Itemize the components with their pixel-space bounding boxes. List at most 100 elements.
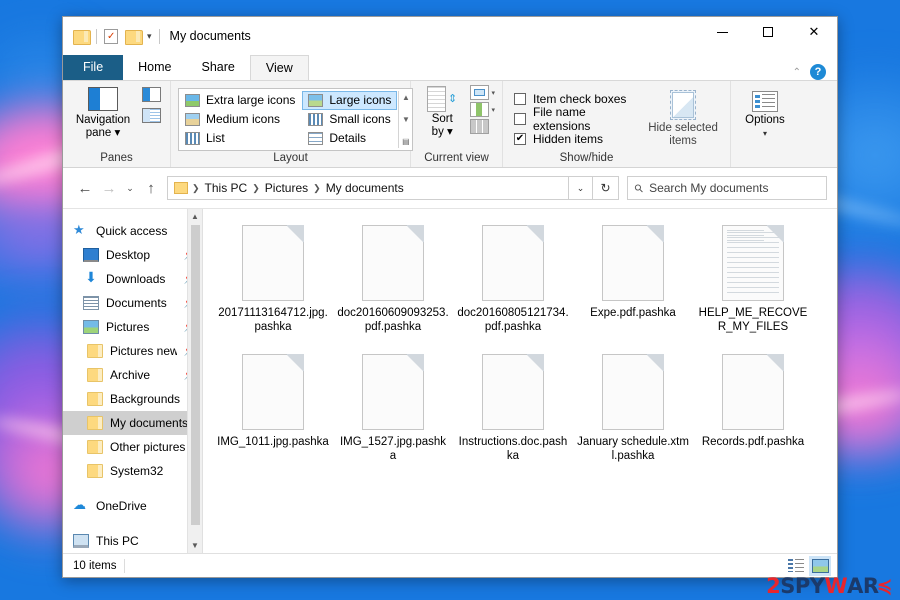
group-by-button[interactable]: ▾ xyxy=(470,102,495,117)
file-item[interactable]: IMG_1011.jpg.pashka xyxy=(213,352,333,469)
tab-share[interactable]: Share xyxy=(187,55,250,80)
folder-icon xyxy=(87,344,103,358)
layout-option-medium-icons[interactable]: Medium icons xyxy=(179,110,301,129)
sidebar-item-backgrounds[interactable]: Backgrounds xyxy=(63,387,202,411)
chevron-down-icon[interactable]: ▾ xyxy=(763,127,767,140)
address-dropdown-button[interactable]: ⌄ xyxy=(569,176,593,200)
file-explorer-window: ✓ ▾ My documents ✕ File Home Share View … xyxy=(62,16,838,578)
chevron-down-icon[interactable]: ▾ xyxy=(147,31,152,42)
sidebar-item-this-pc[interactable]: This PC xyxy=(63,529,202,553)
file-name: doc20160805121734.pdf.pashka xyxy=(457,307,569,333)
ribbon: Navigation pane ▾ Panes Extra large icon… xyxy=(63,80,837,168)
current-view-buttons: ▾ ▾ xyxy=(470,85,495,134)
layout-option-small-icons[interactable]: Small icons xyxy=(302,110,397,129)
breadcrumb-separator: ❯ xyxy=(313,182,321,193)
sidebar-item-archive[interactable]: Archive 📌 xyxy=(63,363,202,387)
up-button[interactable]: ↑ xyxy=(139,176,163,200)
show-hide-checkboxes: Item check boxes File name extensions ✔ … xyxy=(510,89,637,149)
refresh-button[interactable]: ↻ xyxy=(593,176,619,200)
breadcrumb-this-pc[interactable]: This PC xyxy=(201,181,252,195)
layout-option-details[interactable]: Details xyxy=(302,129,397,148)
sidebar-item-label: Pictures xyxy=(106,320,150,334)
options-button[interactable]: Options ▾ xyxy=(738,91,792,140)
navigation-pane-button[interactable]: Navigation pane ▾ xyxy=(70,87,136,140)
navigation-pane: ★ Quick access Desktop 📌 ⬇ Downloads 📌 D… xyxy=(63,209,203,553)
folder-icon[interactable] xyxy=(73,29,91,45)
file-item[interactable]: doc20160805121734.pdf.pashka xyxy=(453,223,573,340)
large-icons-view-button[interactable] xyxy=(809,555,831,576)
sidebar-item-pictures-new[interactable]: Pictures new 📌 xyxy=(63,339,202,363)
checkbox-file-name-extensions[interactable]: File name extensions xyxy=(514,105,637,133)
chevron-down-icon[interactable]: ▾ xyxy=(491,106,495,114)
maximize-button[interactable] xyxy=(745,17,791,47)
details-view-button[interactable] xyxy=(785,556,807,576)
file-item[interactable]: Records.pdf.pashka xyxy=(693,352,813,469)
navigation-pane-label-line1: Navigation xyxy=(75,114,131,126)
file-name: HELP_ME_RECOVER_MY_FILES xyxy=(698,307,808,333)
watermark-part: W xyxy=(824,574,848,598)
expand-icon[interactable]: ▤ xyxy=(402,137,410,146)
folder-icon xyxy=(87,368,103,382)
details-icon xyxy=(308,131,324,145)
breadcrumb-my-documents[interactable]: My documents xyxy=(322,181,408,195)
sidebar-item-pictures[interactable]: Pictures 📌 xyxy=(63,315,202,339)
folder-icon xyxy=(87,464,103,478)
help-icon[interactable]: ? xyxy=(810,64,826,80)
sidebar-item-desktop[interactable]: Desktop 📌 xyxy=(63,243,202,267)
file-list[interactable]: 20171113164712.jpg.pashka doc20160609093… xyxy=(203,209,837,553)
sidebar-item-downloads[interactable]: ⬇ Downloads 📌 xyxy=(63,267,202,291)
layout-option-extra-large-icons[interactable]: Extra large icons xyxy=(179,91,301,110)
collapse-ribbon-icon[interactable]: ⌃ xyxy=(793,67,801,78)
ribbon-group-label-options xyxy=(731,152,799,167)
back-button[interactable]: ← xyxy=(73,176,97,200)
checkbox-icon[interactable] xyxy=(514,92,526,105)
search-input[interactable]: ⚲ Search My documents xyxy=(627,176,827,200)
chevron-down-icon[interactable]: ▾ xyxy=(491,89,495,97)
sidebar-item-my-documents[interactable]: My documents xyxy=(63,411,202,435)
new-folder-icon[interactable] xyxy=(125,29,143,45)
window-title: My documents xyxy=(169,29,251,43)
sidebar-item-onedrive[interactable]: ☁ OneDrive xyxy=(63,494,202,518)
preview-pane-icon[interactable] xyxy=(142,87,161,102)
tab-file[interactable]: File xyxy=(63,55,124,80)
tab-home[interactable]: Home xyxy=(123,55,186,80)
layout-option-list[interactable]: List xyxy=(179,129,301,148)
sidebar-item-other-pictures[interactable]: Other pictures xyxy=(63,435,202,459)
sort-by-button[interactable]: ⇕ Sort by ▾ xyxy=(418,85,466,139)
sidebar-item-quick-access[interactable]: ★ Quick access xyxy=(63,219,202,243)
file-name: Instructions.doc.pashka xyxy=(458,436,568,462)
file-item[interactable]: Expe.pdf.pashka xyxy=(573,223,693,340)
details-pane-icon[interactable] xyxy=(142,108,161,123)
properties-icon[interactable]: ✓ xyxy=(104,28,118,44)
checkbox-icon[interactable] xyxy=(514,112,526,125)
forward-button[interactable]: → xyxy=(97,176,121,200)
sidebar-item-system32[interactable]: System32 xyxy=(63,459,202,483)
layout-option-label: List xyxy=(206,131,225,145)
sidebar-scrollbar[interactable]: ▲ ▼ xyxy=(187,209,202,553)
file-item[interactable]: IMG_1527.jpg.pashka xyxy=(333,352,453,469)
file-item[interactable]: January schedule.xtml.pashka xyxy=(573,352,693,469)
file-item[interactable]: doc20160609093253.pdf.pashka xyxy=(333,223,453,340)
scrollbar-thumb[interactable] xyxy=(190,225,200,525)
minimize-button[interactable] xyxy=(699,17,745,47)
scroll-up-icon[interactable]: ▲ xyxy=(402,93,410,102)
blank-file-icon xyxy=(362,224,425,301)
checkbox-checked-icon[interactable]: ✔ xyxy=(514,132,526,145)
breadcrumb[interactable]: ❯ This PC ❯ Pictures ❯ My documents xyxy=(167,176,569,200)
add-columns-button[interactable]: ▾ xyxy=(470,85,495,100)
sidebar-item-documents[interactable]: Documents 📌 xyxy=(63,291,202,315)
file-item[interactable]: HELP_ME_RECOVER_MY_FILES xyxy=(693,223,813,340)
scroll-up-icon[interactable]: ▲ xyxy=(191,209,199,224)
size-all-columns-button[interactable] xyxy=(470,119,495,134)
recent-locations-button[interactable]: ⌄ xyxy=(121,176,139,200)
size-columns-icon xyxy=(470,119,490,134)
layout-option-large-icons[interactable]: Large icons xyxy=(302,90,398,110)
scroll-down-icon[interactable]: ▼ xyxy=(402,115,410,124)
hide-selected-items-button[interactable]: Hide selected items xyxy=(643,89,723,148)
breadcrumb-pictures[interactable]: Pictures xyxy=(261,181,312,195)
tab-view[interactable]: View xyxy=(249,55,309,80)
close-button[interactable]: ✕ xyxy=(791,17,837,47)
file-item[interactable]: 20171113164712.jpg.pashka xyxy=(213,223,333,340)
scroll-down-icon[interactable]: ▼ xyxy=(191,538,199,553)
file-item[interactable]: Instructions.doc.pashka xyxy=(453,352,573,469)
